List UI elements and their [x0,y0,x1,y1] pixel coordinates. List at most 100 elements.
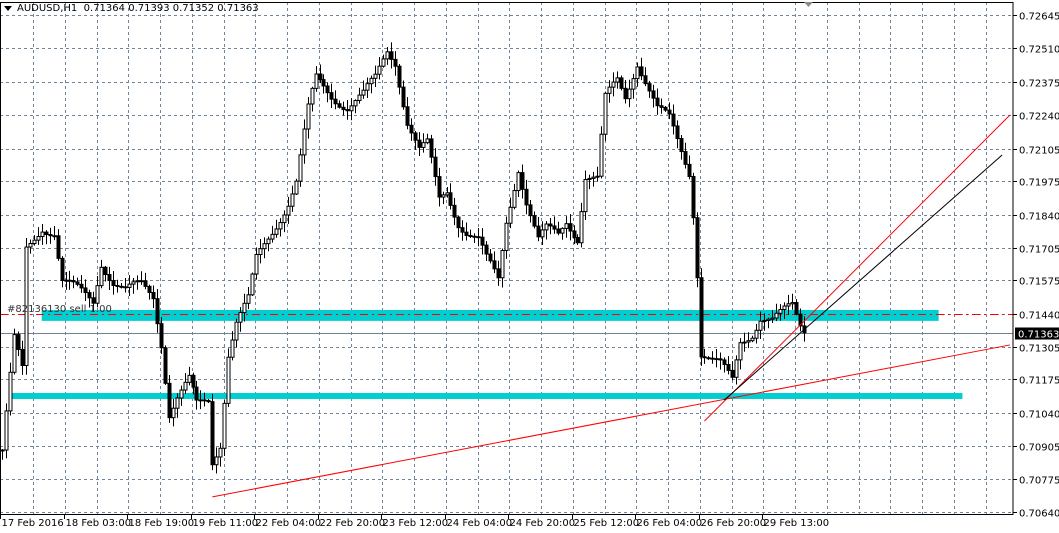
price-tick-label: 0.71305 [1019,344,1059,355]
candle-bullish [175,397,180,409]
price-tick-label: 0.71840 [1019,212,1059,223]
candle-bearish [393,58,398,67]
candle-bullish [754,329,759,339]
candle-bullish [441,194,446,198]
candle-bullish [286,205,291,216]
support-zone[interactable] [9,393,963,399]
candle-bullish [631,78,636,90]
time-tick-label: 22 Feb 04:00 [256,518,322,529]
candle-bearish [91,297,96,304]
candle-bearish [548,223,553,227]
candle-bearish [623,87,628,100]
candle-bearish [409,124,414,134]
candle-bearish [163,347,168,384]
candle-bullish [8,371,13,412]
price-tick-label: 0.72510 [1019,45,1059,56]
candle-bearish [60,257,65,282]
candle-bullish [579,211,584,244]
candle-bearish [528,204,533,217]
candle-bullish [734,359,739,378]
candle-bullish [258,248,263,255]
candle-bullish [778,308,783,314]
candle-bearish [71,280,76,283]
candle-bullish [32,239,37,244]
time-tick-label: 22 Feb 20:00 [320,518,386,529]
price-axis[interactable]: 0.72645 0.72510 0.72375 0.72240 0.72105 0.719… [1013,12,1059,520]
candle-bullish [310,87,315,105]
candle-bearish [167,382,172,419]
candle-bullish [512,190,517,208]
candle-bearish [476,236,481,239]
candle-bullish [365,83,370,91]
candle-bearish [206,400,211,403]
candle-bullish [302,128,307,156]
candle-bullish [564,223,569,229]
candle-bearish [702,356,707,359]
candle-bullish [230,339,235,358]
candle-bullish [218,447,223,458]
order-label[interactable]: #82136130 sell 1.00 [7,304,112,315]
candle-bearish [492,260,497,270]
candle-bearish [484,244,489,255]
price-tick-label: 0.71705 [1019,245,1059,256]
candle-bullish [183,381,188,391]
candle-bearish [115,285,120,288]
candles [0,42,807,474]
candle-bullish [595,175,600,178]
candle-bearish [687,163,692,177]
candle-bearish [147,285,152,294]
price-tick-label: 0.71175 [1019,376,1059,387]
candle-bearish [20,348,25,367]
price-tick-label: 0.71440 [1019,311,1059,322]
candle-bullish [290,193,295,207]
candle-bearish [79,283,84,289]
chart-shift-marker[interactable] [804,2,813,7]
high-value: 0.71393 [128,3,170,14]
low-value: 0.71352 [172,3,215,14]
candle-bullish [238,312,243,323]
candle-bearish [107,274,112,282]
candle-bullish [774,312,779,319]
time-tick-label: 26 Feb 20:00 [701,518,767,529]
candle-bullish [635,66,640,80]
candle-bullish [540,229,545,238]
candle-bullish [222,402,227,449]
candle-bearish [437,176,442,198]
candle-bearish [699,277,704,358]
candle-bearish [556,228,561,234]
candle-bullish [40,231,45,238]
price-tick-label: 0.71575 [1019,277,1059,288]
candle-bullish [500,249,505,279]
time-tick-label: 24 Feb 20:00 [510,518,576,529]
time-tick-label: 24 Feb 04:00 [447,518,513,529]
price-tick-label: 0.70640 [1019,509,1059,520]
price-chart[interactable]: 0.72645 0.72510 0.72375 0.72240 0.72105 0.719… [0,0,1059,533]
candle-bearish [52,235,57,238]
candle-bearish [524,188,529,206]
candle-bearish [575,236,580,244]
candle-bullish [607,86,612,94]
candle-bullish [504,222,509,251]
black-trendline[interactable] [723,154,1003,401]
symbol-label: AUDUSD,H1 [17,3,78,14]
candle-bearish [397,65,402,88]
price-tick-label: 0.70775 [1019,476,1059,487]
candle-bearish [191,374,196,388]
price-tick-label: 0.70905 [1019,443,1059,454]
candle-bearish [460,227,465,233]
long-trendline[interactable] [212,344,1011,498]
candle-bullish [171,407,176,419]
time-axis[interactable]: 17 Feb 2016 18 Feb 03:0018 Feb 19:0019 Fe… [0,514,830,529]
steep-trendline[interactable] [704,114,1011,422]
dropdown-triangle-icon[interactable] [4,5,12,11]
candle-bullish [746,340,751,343]
candle-bearish [119,285,124,288]
candle-bearish [496,268,501,279]
chart-title: AUDUSD,H1 0.71364 0.71393 0.71352 0.7136… [4,3,259,14]
candle-bullish [99,266,104,287]
price-tick-label: 0.72240 [1019,112,1059,123]
price-tick-label: 0.72645 [1019,12,1059,23]
candle-bullish [560,227,565,234]
candle-bullish [766,318,771,321]
candle-bullish [353,99,358,107]
